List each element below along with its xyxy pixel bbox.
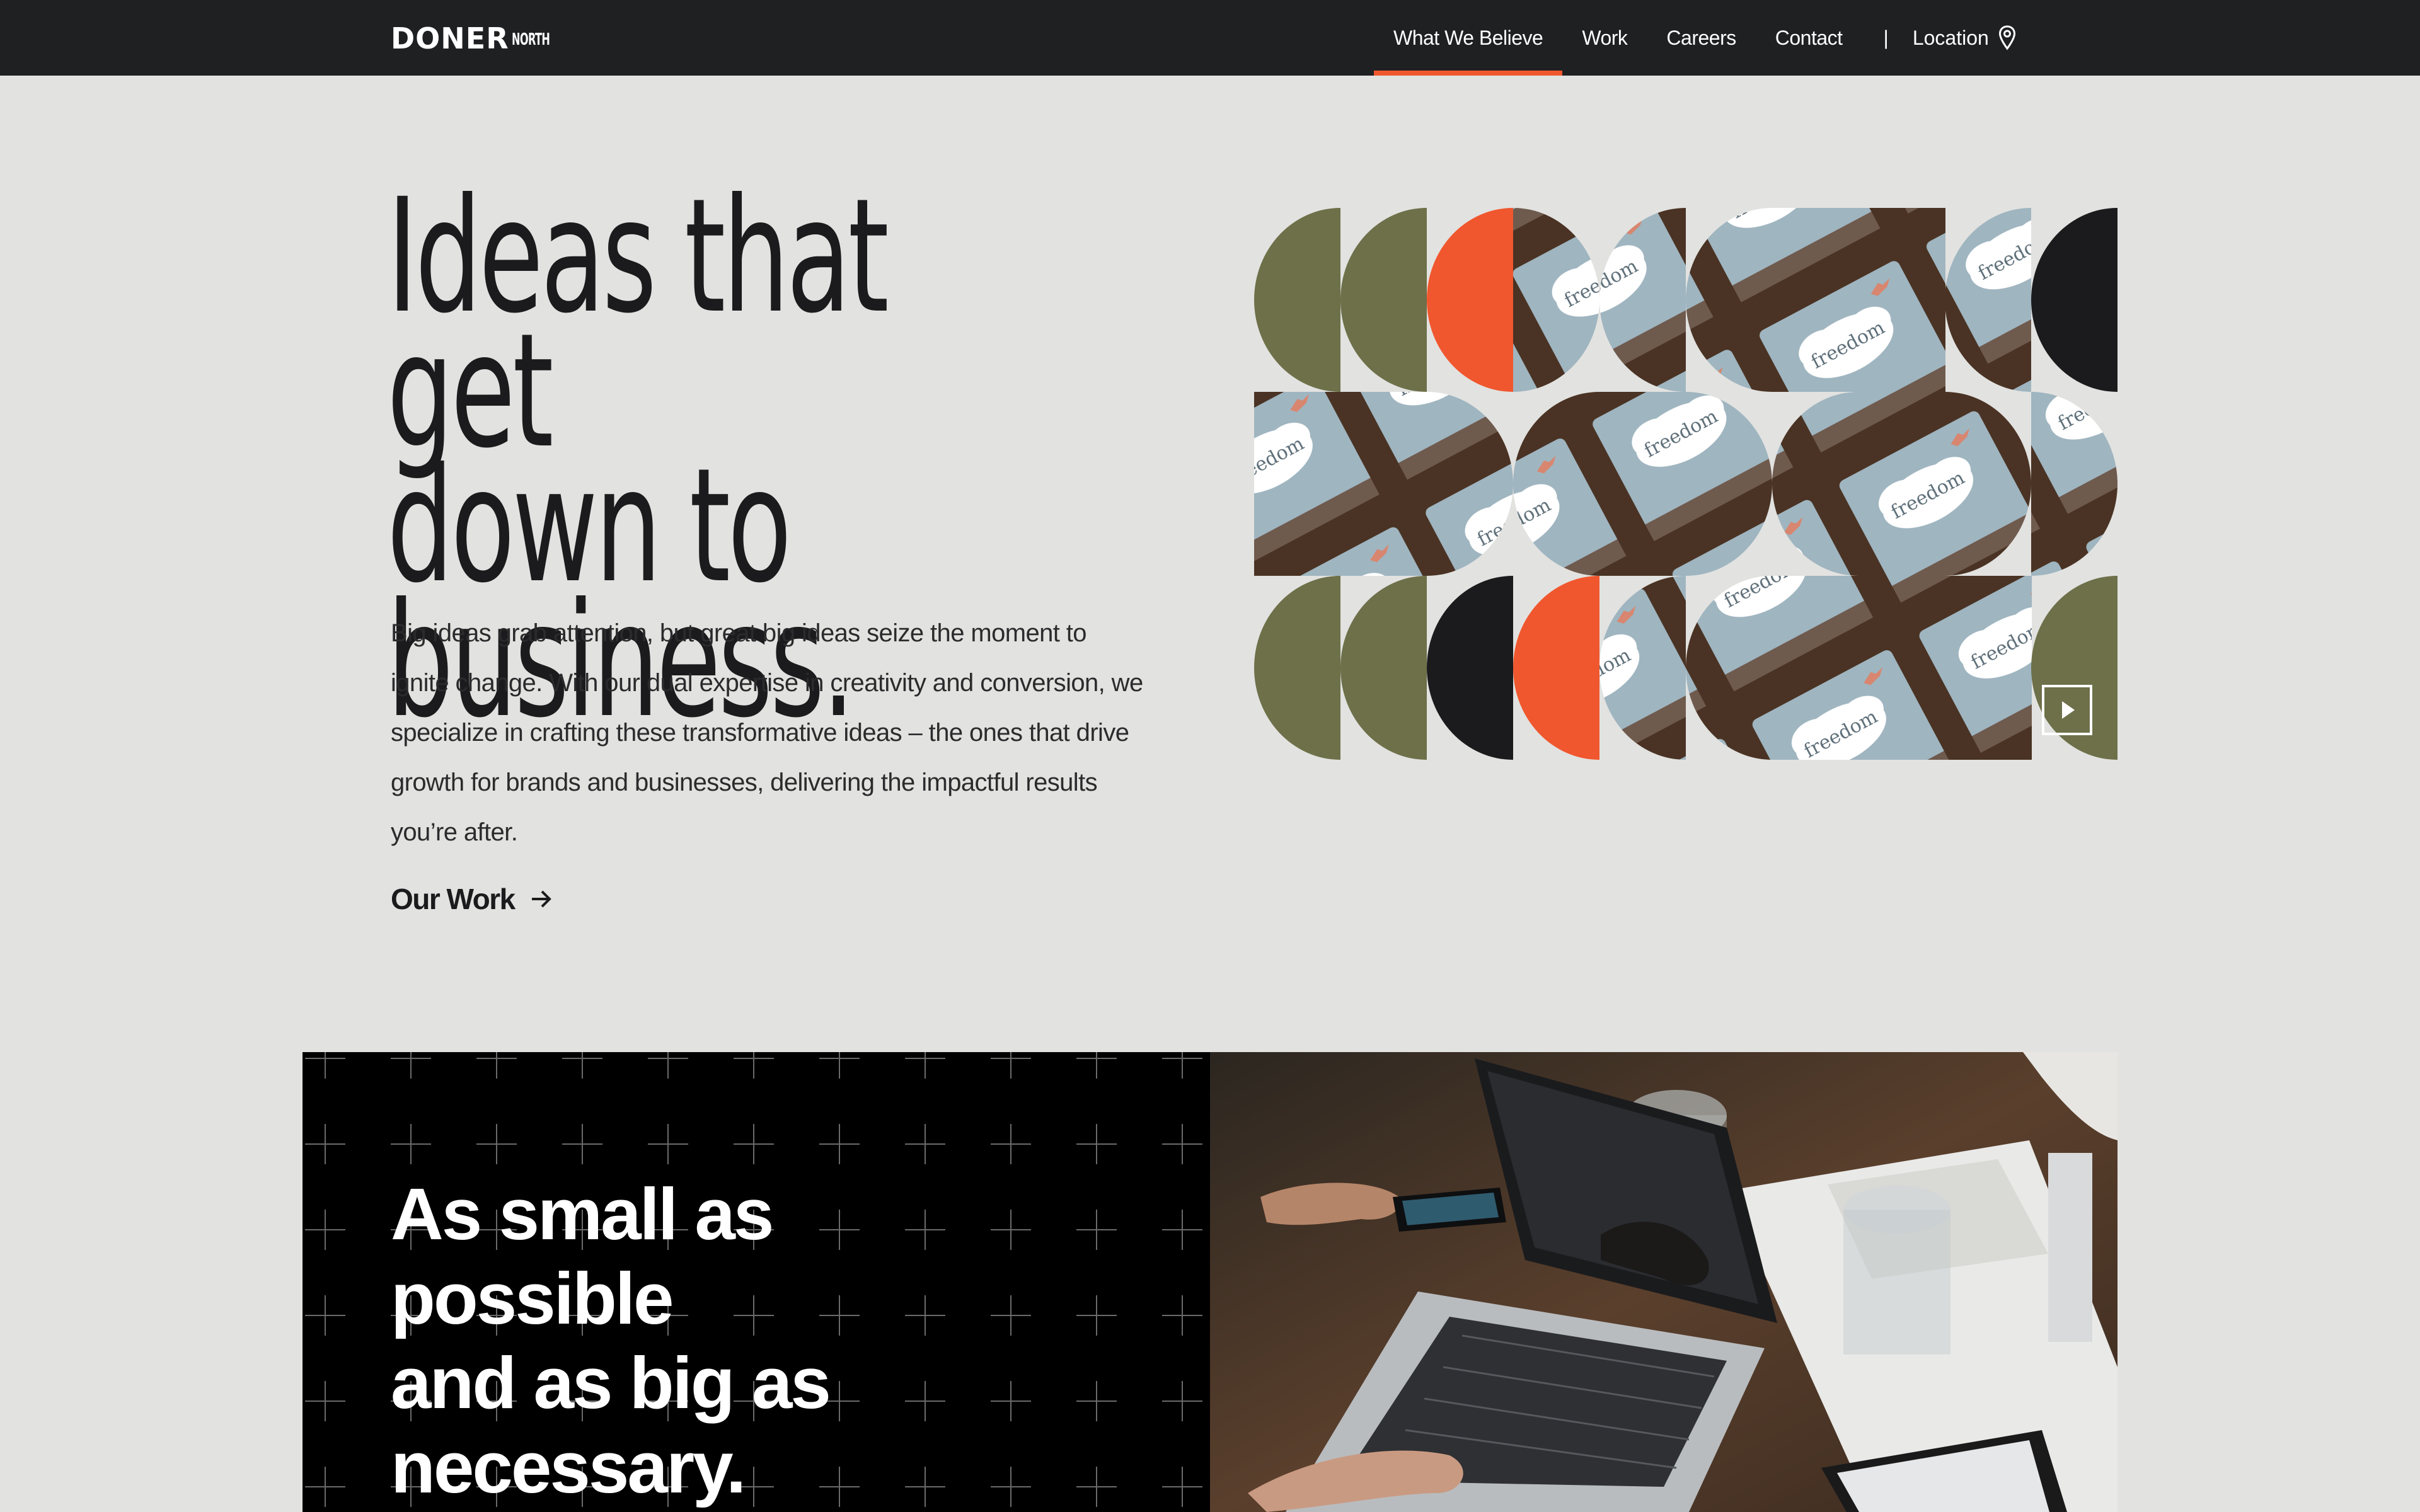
plus-mark (905, 1052, 945, 1079)
plus-mark (1162, 1052, 1202, 1079)
values-heading: As small as possible and as big as neces… (391, 1172, 958, 1509)
mosaic-tile (1858, 392, 1945, 576)
plus-mark (991, 1295, 1031, 1336)
mosaic-tile (1427, 576, 1513, 760)
mosaic-tile (1858, 576, 1945, 760)
plus-mark (991, 1124, 1031, 1164)
location-label: Location (1912, 26, 1989, 49)
plus-mark (734, 1124, 774, 1164)
mosaic-tile (1599, 576, 1686, 760)
plus-mark (1076, 1052, 1117, 1079)
mosaic-tile (1340, 392, 1427, 576)
plus-mark (991, 1210, 1031, 1250)
plus-mark (305, 1210, 345, 1250)
mosaic-tile (1599, 208, 1686, 392)
plus-mark (305, 1381, 345, 1421)
mosaic-tile (1427, 208, 1513, 392)
mosaic-tile (1858, 208, 1945, 392)
mosaic-tile (1772, 208, 1859, 392)
plus-mark (305, 1124, 345, 1164)
mosaic-tiles (1254, 208, 2118, 760)
plus-mark (1076, 1210, 1117, 1250)
plus-mark (648, 1124, 688, 1164)
plus-mark (305, 1052, 345, 1079)
mosaic-tile (1686, 208, 1772, 392)
play-icon (2062, 701, 2075, 719)
plus-mark (819, 1052, 860, 1079)
top-navigation-bar: DONER NORTH What We Believe Work Careers… (0, 0, 2420, 76)
mosaic-tile (1686, 576, 1772, 760)
plus-mark (391, 1052, 431, 1079)
mosaic-tile (1427, 392, 1513, 576)
mosaic-tile (1945, 392, 2031, 576)
plus-mark (819, 1124, 860, 1164)
mosaic-tile (1772, 392, 1858, 576)
plus-mark (562, 1052, 602, 1079)
logo-wordmark: DONER (391, 21, 509, 55)
values-heading-line: necessary. (391, 1426, 746, 1508)
mosaic-tile (1772, 576, 1859, 760)
values-heading-line: As small as (391, 1173, 774, 1255)
mosaic-tile (1945, 208, 2031, 392)
logo-subtext: NORTH (511, 30, 550, 49)
mosaic-tile (1254, 392, 1341, 576)
hero-mosaic-graphic: freedom (1254, 208, 2118, 760)
plus-mark (476, 1052, 517, 1079)
mosaic-tile (2031, 392, 2118, 576)
plus-mark (562, 1124, 602, 1164)
photo-illustration (1210, 1052, 2118, 1512)
mosaic-tile (1599, 392, 1686, 576)
plus-mark (1076, 1467, 1117, 1507)
values-heading-line: and as big as (391, 1342, 831, 1424)
nav-item-what-we-believe[interactable]: What We Believe (1374, 0, 1563, 76)
plus-mark (1076, 1381, 1117, 1421)
mosaic-tile (1513, 208, 1599, 392)
plus-mark (1162, 1381, 1202, 1421)
values-panel: As small as possible and as big as neces… (302, 1052, 1210, 1512)
video-play-button[interactable] (2042, 685, 2092, 735)
plus-mark (305, 1467, 345, 1507)
nav-item-contact[interactable]: Contact (1756, 0, 1862, 76)
doner-north-logo[interactable]: DONER NORTH (391, 21, 573, 53)
plus-mark (1162, 1124, 1202, 1164)
nav-item-careers[interactable]: Careers (1647, 0, 1755, 76)
plus-mark (1076, 1124, 1117, 1164)
arrow-right-icon (531, 890, 551, 908)
team-laptop-photo (1210, 1052, 2118, 1512)
plus-mark (734, 1052, 774, 1079)
our-work-link[interactable]: Our Work (391, 882, 554, 916)
plus-mark (1076, 1295, 1117, 1336)
mosaic-tile (1254, 576, 1340, 760)
plus-mark (991, 1467, 1031, 1507)
mosaic-svg: freedom (1254, 208, 2118, 760)
mosaic-tile (1340, 208, 1427, 392)
our-work-label: Our Work (391, 883, 516, 915)
map-pin-icon (1998, 25, 2015, 50)
mosaic-tile (1686, 392, 1772, 576)
mosaic-tile (2031, 208, 2118, 392)
plus-mark (1162, 1210, 1202, 1250)
plus-mark (905, 1124, 945, 1164)
main-menu: What We Believe Work Careers Contact | L… (1374, 0, 2017, 76)
plus-mark (991, 1052, 1031, 1079)
mosaic-tile (1340, 576, 1427, 760)
plus-mark (1162, 1467, 1202, 1507)
mosaic-tile (1513, 392, 1599, 576)
plus-mark (648, 1052, 688, 1079)
nav-item-work[interactable]: Work (1562, 0, 1647, 76)
mosaic-tile (1254, 208, 1340, 392)
mosaic-tile (1945, 576, 2032, 760)
plus-mark (391, 1124, 431, 1164)
hero-description: Big ideas grab attention, but great big … (391, 619, 1143, 846)
nav-separator: | (1883, 26, 1889, 49)
plus-mark (1162, 1295, 1202, 1336)
plus-mark (305, 1295, 345, 1336)
plus-mark (476, 1124, 517, 1164)
mosaic-tile (1513, 576, 1599, 760)
values-heading-line: possible (391, 1257, 674, 1339)
location-selector[interactable]: Location (1910, 25, 2017, 51)
plus-mark (991, 1381, 1031, 1421)
